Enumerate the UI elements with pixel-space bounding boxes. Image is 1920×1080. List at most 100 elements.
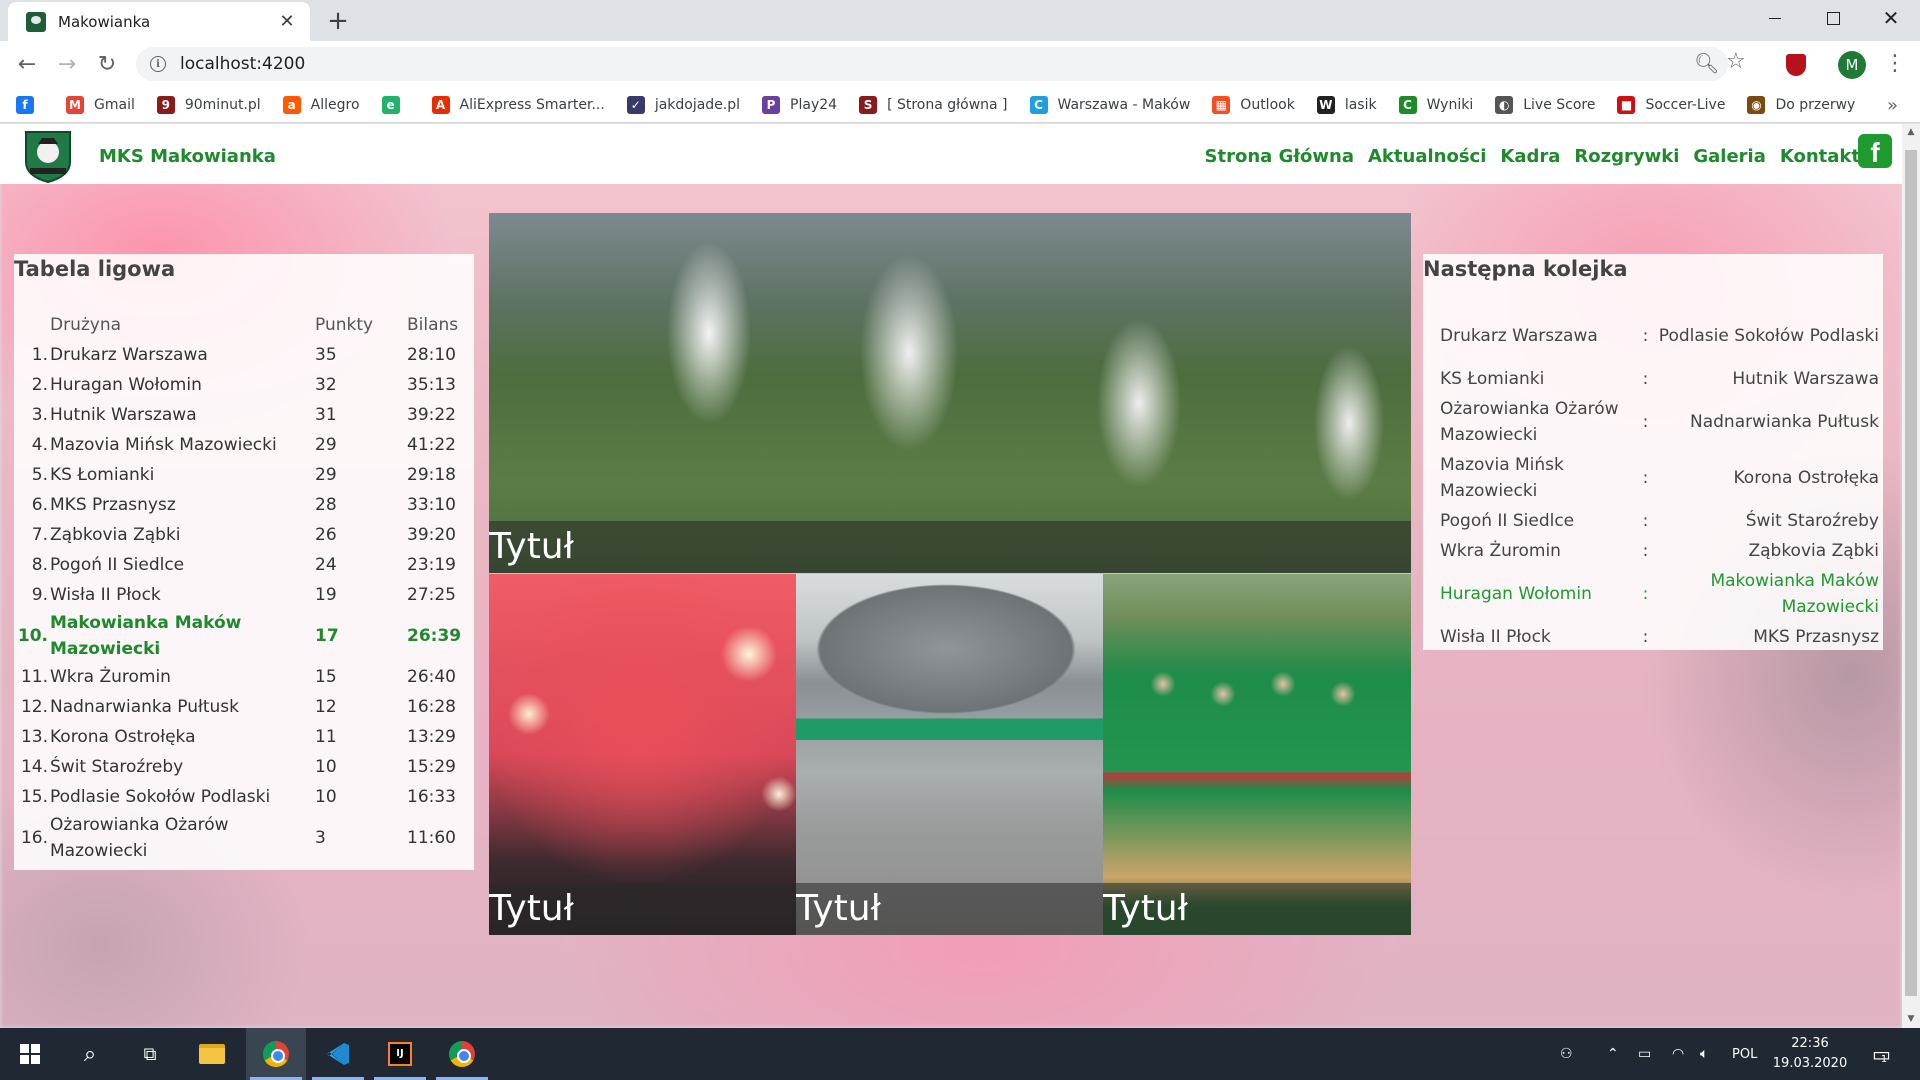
browser-menu-icon[interactable]: ⋮ — [1884, 51, 1906, 76]
bookmark-item[interactable]: e — [381, 95, 410, 114]
table-row[interactable]: 12. Nadnarwianka Pułtusk 12 16:28 — [14, 692, 474, 722]
nav-squad[interactable]: Kadra — [1500, 146, 1560, 167]
bookmark-item[interactable]: 9 90minut.pl — [156, 95, 261, 114]
bookmark-label: Play24 — [790, 96, 838, 113]
close-window-button[interactable]: ✕ — [1862, 0, 1920, 36]
bookmark-item[interactable]: P Play24 — [762, 95, 838, 114]
match-row[interactable]: KS Łomianki: Hutnik Warszawa — [1423, 364, 1883, 394]
file-explorer-icon[interactable] — [182, 1028, 242, 1080]
browser-tab[interactable]: Makowianka ✕ — [8, 2, 310, 41]
bookmark-star-icon[interactable]: ☆ — [1726, 49, 1746, 74]
bookmark-item[interactable]: ✓ jakdojade.pl — [626, 95, 740, 114]
volume-icon[interactable]: 🔈︎ — [1700, 1028, 1708, 1080]
table-row[interactable]: 11. Wkra Żuromin 15 26:40 — [14, 662, 474, 692]
back-button[interactable]: ← — [12, 49, 42, 79]
maximize-window-button[interactable] — [1804, 0, 1862, 36]
bookmark-item[interactable]: ◐ Live Score — [1495, 95, 1595, 114]
table-row[interactable]: 15. Podlasie Sokołów Podlaski 10 16:33 — [14, 782, 474, 812]
bookmark-item[interactable]: C Wyniki — [1398, 95, 1473, 114]
scroll-up-arrow-icon[interactable]: ▲ — [1902, 124, 1920, 141]
search-icon[interactable]: ⌕ — [60, 1028, 120, 1080]
scroll-down-arrow-icon[interactable]: ▼ — [1902, 1011, 1920, 1028]
team-cell: Mazovia Mińsk Mazowiecki — [50, 435, 277, 455]
bookmark-item[interactable]: C Warszawa - Maków — [1029, 95, 1190, 114]
team-cell: Pogoń II Siedlce — [50, 555, 185, 575]
table-row[interactable]: 7. Ząbkovia Ząbki 26 39:20 — [14, 520, 474, 550]
zoom-icon[interactable]: 🔍︎ — [1694, 51, 1719, 75]
intellij-icon[interactable]: IJ — [370, 1028, 430, 1080]
nav-home[interactable]: Strona Główna — [1205, 146, 1354, 167]
bookmark-item[interactable]: ■ Soccer-Live — [1617, 95, 1725, 114]
wifi-icon[interactable]: ◠ — [1672, 1028, 1684, 1080]
position-cell: 4. — [31, 435, 48, 455]
bookmark-item[interactable]: a Allegro — [282, 95, 360, 114]
gallery-photo-team[interactable]: Tytuł — [1103, 574, 1411, 935]
facebook-icon[interactable]: f — [1858, 134, 1892, 168]
match-row[interactable]: Ożarowianka Ożarów Mazowiecki: Nadnarwian… — [1423, 394, 1883, 450]
task-view-icon[interactable]: ⧉ — [120, 1028, 180, 1080]
profile-avatar[interactable]: M — [1838, 51, 1866, 79]
forward-button[interactable]: → — [52, 49, 82, 79]
bookmark-item[interactable]: M Gmail — [66, 95, 135, 114]
bookmark-item[interactable]: f — [16, 95, 44, 114]
new-tab-button[interactable]: + — [322, 6, 354, 36]
table-row[interactable]: 10. Makowianka Maków Mazowiecki 17 26:39 — [14, 610, 474, 662]
position-cell: 6. — [31, 495, 48, 515]
clock[interactable]: 22:36 19.03.2020 — [1770, 1034, 1850, 1074]
table-row[interactable]: 1. Drukarz Warszawa 35 28:10 — [14, 340, 474, 370]
notifications-icon[interactable]: ▭ 1 — [1872, 1028, 1891, 1080]
close-tab-icon[interactable]: ✕ — [276, 11, 298, 32]
match-row[interactable]: Wkra Żuromin: Ząbkovia Ząbki — [1423, 536, 1883, 566]
people-icon[interactable]: ⚇ — [1560, 1028, 1573, 1080]
nav-contact[interactable]: Kontakt — [1780, 146, 1860, 167]
team-cell: KS Łomianki — [50, 465, 155, 485]
bookmark-item[interactable]: S [ Strona główna ] — [859, 95, 1008, 114]
gallery-photo-celebration[interactable]: Tytuł — [489, 213, 1411, 573]
match-row[interactable]: Huragan Wołomin: Makowianka Maków Mazowie… — [1423, 566, 1883, 622]
brand-name[interactable]: MKS Makowianka — [99, 146, 276, 167]
nav-news[interactable]: Aktualności — [1368, 146, 1486, 167]
away-team: Makowianka Maków Mazowiecki — [1710, 571, 1879, 617]
match-row[interactable]: Drukarz Warszawa: Podlasie Sokołów Podlas… — [1423, 308, 1883, 364]
bookmark-item[interactable]: ◉ Do przerwy — [1747, 95, 1855, 114]
extension-shield-icon[interactable] — [1786, 54, 1806, 76]
balance-cell: 11:60 — [407, 828, 456, 848]
bookmark-item[interactable]: ▦ Outlook — [1212, 95, 1295, 114]
chrome-taskbar-icon-2[interactable] — [432, 1028, 492, 1080]
table-row[interactable]: 8. Pogoń II Siedlce 24 23:19 — [14, 550, 474, 580]
table-row[interactable]: 14. Świt Staroźreby 10 15:29 — [14, 752, 474, 782]
nav-gallery[interactable]: Galeria — [1693, 146, 1766, 167]
match-row[interactable]: Wisła II Płock: MKS Przasnysz — [1423, 622, 1883, 652]
show-hidden-icons-icon[interactable]: ⌃ — [1607, 1028, 1619, 1080]
table-row[interactable]: 16. Ożarowianka Ożarów Mazowiecki 3 11:60 — [14, 812, 474, 864]
more-bookmarks-icon[interactable]: » — [1887, 95, 1898, 116]
club-crest-icon[interactable] — [20, 128, 76, 184]
table-row[interactable]: 2. Huragan Wołomin 32 35:13 — [14, 370, 474, 400]
battery-icon[interactable]: ▭ — [1638, 1028, 1651, 1080]
minimize-window-button[interactable] — [1746, 0, 1804, 36]
table-row[interactable]: 9. Wisła II Płock 19 27:25 — [14, 580, 474, 610]
url-text[interactable]: localhost:4200 — [180, 54, 305, 74]
site-info-icon[interactable]: i — [150, 56, 166, 72]
table-row[interactable]: 6. MKS Przasnysz 28 33:10 — [14, 490, 474, 520]
table-row[interactable]: 13. Korona Ostrołęka 11 13:29 — [14, 722, 474, 752]
vscode-icon[interactable] — [308, 1028, 368, 1080]
address-bar[interactable]: i localhost:4200 🔍︎ ☆ — [136, 47, 1746, 81]
language-indicator[interactable]: POL — [1732, 1028, 1757, 1080]
bookmark-item[interactable]: Wlasik — [1316, 95, 1377, 114]
points-header: Punkty — [315, 315, 374, 335]
reload-button[interactable]: ↻ — [92, 49, 122, 79]
match-row[interactable]: Pogoń II Siedlce: Świt Staroźreby — [1423, 506, 1883, 536]
table-row[interactable]: 4. Mazovia Mińsk Mazowiecki 29 41:22 — [14, 430, 474, 460]
nav-games[interactable]: Rozgrywki — [1574, 146, 1679, 167]
bookmark-item[interactable]: A AliExpress Smarter... — [431, 95, 605, 114]
chrome-taskbar-icon[interactable] — [246, 1028, 306, 1080]
windows-start-icon[interactable] — [0, 1028, 60, 1080]
scroll-thumb[interactable] — [1905, 150, 1917, 996]
table-row[interactable]: 3. Hutnik Warszawa 31 39:22 — [14, 400, 474, 430]
gallery-photo-bench[interactable]: Tytuł — [796, 574, 1103, 935]
match-row[interactable]: Mazovia Mińsk Mazowiecki: Korona Ostrołęk… — [1423, 450, 1883, 506]
table-row[interactable]: 5. KS Łomianki 29 29:18 — [14, 460, 474, 490]
page-scrollbar[interactable]: ▲ ▼ — [1902, 124, 1920, 1028]
gallery-photo-flares[interactable]: Tytuł — [489, 574, 796, 935]
